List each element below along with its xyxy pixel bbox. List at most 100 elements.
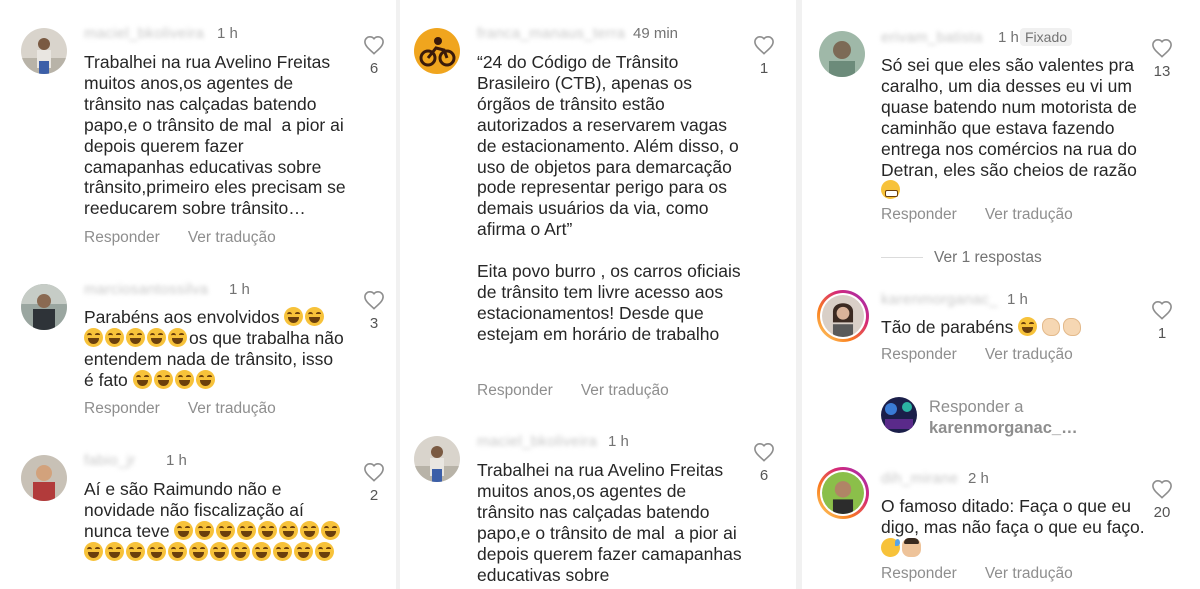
face-with-tears-of-joy-icon [147, 541, 166, 561]
like-control: 6 [752, 442, 776, 484]
face-with-tears-of-joy-icon [258, 520, 278, 540]
face-with-tears-of-joy-icon [168, 541, 187, 561]
heart-outline-icon[interactable] [753, 35, 775, 55]
comment-text: Parabéns aos envolvidos os que trabalha … [84, 307, 346, 391]
face-with-tears-of-joy-icon [174, 520, 194, 540]
heart-outline-icon[interactable] [1151, 300, 1173, 320]
comment-text: Só sei que eles são valentes pra caralho… [881, 55, 1153, 201]
heart-outline-icon[interactable] [363, 462, 385, 482]
face-with-tears-of-joy-icon [126, 541, 145, 561]
clapping-hands-icon [1042, 318, 1061, 336]
face-with-tears-of-joy-icon [189, 541, 208, 561]
comment-text-part: Parabéns aos envolvidos [84, 307, 285, 327]
avatar[interactable] [414, 436, 460, 482]
reply-button[interactable]: Responder [84, 400, 160, 417]
username[interactable]: erivam_batista [881, 29, 983, 46]
view-replies-button[interactable]: Ver 1 respostas [934, 249, 1042, 267]
man-facepalming-icon [902, 537, 921, 557]
comment-text: Aí e são Raimundo não e novidade não fis… [84, 479, 346, 563]
comment-text-part: O famoso ditado: Faça o que eu digo, mas… [881, 496, 1150, 537]
translate-button[interactable]: Ver tradução [188, 400, 276, 417]
username[interactable]: fabio_jr [84, 452, 136, 469]
heart-outline-icon[interactable] [753, 442, 775, 462]
reply-button[interactable]: Responder [881, 346, 957, 363]
reply-button[interactable]: Responder [881, 206, 957, 223]
like-count: 20 [1153, 504, 1171, 521]
face-with-tears-of-joy-icon [168, 327, 187, 347]
face-with-tears-of-joy-icon [273, 541, 292, 561]
comment-time: 1 h [166, 452, 187, 469]
like-count: 1 [759, 60, 769, 77]
face-with-tears-of-joy-icon [300, 520, 320, 540]
heart-outline-icon[interactable] [363, 290, 385, 310]
like-control: 13 [1150, 38, 1174, 80]
comment-time: 1 h [998, 29, 1019, 46]
heart-outline-icon[interactable] [1151, 38, 1173, 58]
translate-button[interactable]: Ver tradução [188, 229, 276, 246]
comment-text: O famoso ditado: Faça o que eu digo, mas… [881, 496, 1153, 559]
comment-text-part: Só sei que eles são valentes pra caralho… [881, 55, 1142, 180]
face-with-tears-of-joy-icon [84, 327, 103, 347]
translate-button[interactable]: Ver tradução [985, 565, 1073, 582]
translate-button[interactable]: Ver tradução [581, 382, 669, 399]
reply-button[interactable]: Responder [84, 229, 160, 246]
comment-time: 1 h [608, 433, 629, 450]
comment-actions: Responder Ver tradução [881, 206, 1101, 224]
avatar[interactable] [414, 28, 460, 74]
translate-button[interactable]: Ver tradução [985, 346, 1073, 363]
heart-outline-icon[interactable] [1151, 479, 1173, 499]
avatar-story-ring[interactable] [817, 290, 869, 342]
avatar[interactable] [21, 455, 67, 501]
comment-actions: Responder Ver tradução [881, 346, 1101, 364]
comment-time: 1 h [229, 281, 250, 298]
username[interactable]: franca_manaus_terra [477, 25, 625, 42]
username[interactable]: marciosantossilva [84, 281, 208, 298]
comment-time: 1 h [1007, 291, 1028, 308]
like-control: 1 [1150, 300, 1174, 342]
face-with-tears-of-joy-icon [305, 307, 325, 326]
face-with-tears-of-joy-icon [315, 541, 334, 561]
comment-actions: Responder Ver tradução [84, 400, 304, 418]
comment-text: Tão de parabéns [881, 317, 1153, 338]
like-count: 2 [369, 487, 379, 504]
like-count: 6 [759, 467, 769, 484]
avatar [881, 397, 917, 433]
translate-button[interactable]: Ver tradução [985, 206, 1073, 223]
comment-time: 49 min [633, 25, 679, 42]
face-with-tears-of-joy-icon [147, 327, 166, 347]
like-count: 1 [1157, 325, 1167, 342]
like-count: 13 [1153, 63, 1171, 80]
comment-actions: Responder Ver tradução [477, 382, 697, 400]
grimacing-face-icon [881, 180, 900, 200]
avatar[interactable] [21, 284, 67, 330]
avatar[interactable] [21, 28, 67, 74]
like-count: 3 [369, 315, 379, 332]
comment-text: Trabalhei na rua Avelino Freitas muitos … [477, 460, 747, 585]
face-with-tears-of-joy-icon [321, 520, 341, 540]
face-with-tears-of-joy-icon [284, 307, 304, 326]
like-control: 1 [752, 35, 776, 77]
username[interactable]: dih_mirane [881, 470, 958, 487]
reply-button[interactable]: Responder [477, 382, 553, 399]
reply-prompt[interactable]: Responder a karenmorganac_… [929, 397, 1078, 439]
reply-button[interactable]: Responder [881, 565, 957, 582]
avatar-story-ring[interactable] [817, 467, 869, 519]
username[interactable]: maciel_bkoliveira [477, 433, 597, 450]
comment-actions: Responder Ver tradução [84, 229, 304, 247]
comment-text: Trabalhei na rua Avelino Freitas muitos … [84, 52, 351, 219]
comments-column-1: maciel_bkoliveira 1 h Trabalhei na rua A… [0, 0, 396, 589]
avatar [822, 472, 864, 514]
avatar[interactable] [819, 31, 865, 77]
like-control: 2 [362, 462, 386, 504]
grinning-sweat-face-icon [881, 537, 900, 557]
username[interactable]: maciel_bkoliveira [84, 25, 204, 42]
reply-target-username: karenmorganac_… [929, 419, 1078, 437]
username[interactable]: karenmorganac_ [881, 291, 998, 308]
face-with-tears-of-joy-icon [294, 541, 313, 561]
like-control: 20 [1150, 479, 1174, 521]
like-count: 6 [369, 60, 379, 77]
comment-actions: Responder Ver tradução [881, 565, 1101, 583]
heart-outline-icon[interactable] [363, 35, 385, 55]
avatar [822, 295, 864, 337]
face-with-tears-of-joy-icon [105, 541, 124, 561]
